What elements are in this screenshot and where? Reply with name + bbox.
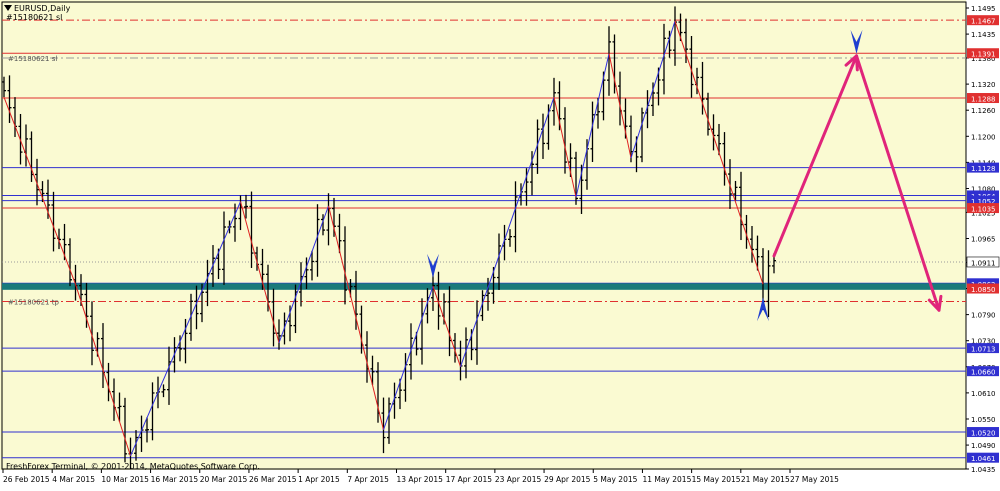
price-label: 1.1035 [967, 203, 999, 214]
chart-title: EURUSD,Daily [14, 4, 71, 13]
price-label: 1.1288 [967, 93, 999, 104]
price-label: 1.0461 [967, 452, 999, 463]
x-tick-label: 26 Mar 2015 [249, 475, 297, 484]
y-tick-label: 1.1320 [971, 81, 996, 89]
y-tick-label: 1.0610 [971, 390, 996, 398]
x-tick-label: 10 Mar 2015 [101, 475, 149, 484]
x-tick-label: 23 Apr 2015 [495, 475, 542, 484]
price-label-text: 1.1391 [971, 51, 996, 59]
y-tick-label: 1.1435 [971, 31, 996, 39]
y-tick-label: 1.1260 [971, 107, 996, 115]
price-label-text: 1.0850 [971, 286, 996, 294]
x-tick-label: 1 Apr 2015 [298, 475, 340, 484]
price-label: 1.0713 [967, 343, 999, 354]
price-label-text: 1.0911 [971, 259, 996, 267]
order-label: #15180621 sl [8, 55, 57, 63]
price-label: 1.1467 [967, 15, 999, 26]
x-tick-label: 29 Apr 2015 [544, 475, 591, 484]
price-label: 1.0850 [967, 283, 999, 294]
price-label: 1.0520 [967, 427, 999, 438]
price-label: 1.0911 [966, 256, 1000, 267]
price-label: 1.1128 [967, 162, 999, 173]
x-tick-label: 13 Apr 2015 [397, 475, 444, 484]
y-tick-label: 1.0490 [971, 442, 996, 450]
x-tick-label: 15 May 2015 [692, 475, 741, 484]
price-label-text: 1.0520 [971, 430, 996, 438]
x-tick-label: 21 May 2015 [741, 475, 790, 484]
order-label: #15180621 tp [8, 299, 59, 307]
x-tick-label: 11 May 2015 [642, 475, 691, 484]
x-tick-label: 20 Mar 2015 [200, 475, 248, 484]
x-tick-label: 26 Feb 2015 [3, 475, 50, 484]
x-tick-label: 5 May 2015 [593, 475, 637, 484]
x-tick-label: 16 Mar 2015 [151, 475, 199, 484]
chart-menu-icon[interactable] [4, 5, 12, 11]
order-subtitle: #15180621 sl [6, 13, 63, 22]
y-tick-label: 1.1200 [971, 133, 996, 141]
price-label-text: 1.1128 [971, 165, 996, 173]
y-tick-label: 1.1495 [971, 5, 996, 13]
price-label-text: 1.0660 [971, 369, 996, 377]
price-label-text: 1.0713 [971, 346, 996, 354]
support-zone-band [2, 283, 966, 290]
y-tick-label: 1.0435 [971, 466, 996, 474]
price-label-text: 1.1288 [971, 96, 996, 104]
y-tick-label: 1.0790 [971, 312, 996, 320]
price-label: 1.0660 [967, 366, 999, 377]
copyright-text: FreshForex Terminal, © 2001-2014, MetaQu… [6, 462, 260, 471]
x-tick-label: 4 Mar 2015 [52, 475, 95, 484]
price-label-text: 1.1035 [971, 206, 996, 214]
y-tick-label: 1.0965 [971, 236, 996, 244]
price-chart[interactable]: 1.14951.14351.13801.13201.12601.12001.11… [0, 0, 1000, 487]
chart-canvas[interactable]: 1.14951.14351.13801.13201.12601.12001.11… [0, 0, 1000, 487]
x-tick-label: 17 Apr 2015 [446, 475, 493, 484]
support-zone [2, 283, 966, 290]
x-tick-label: 27 May 2015 [790, 475, 839, 484]
price-label-text: 1.1467 [971, 18, 996, 26]
price-axis-bg [966, 0, 1000, 487]
y-tick-label: 1.0550 [971, 416, 996, 424]
price-label: 1.1391 [967, 48, 999, 59]
price-label-text: 1.0461 [971, 455, 996, 463]
x-tick-label: 7 Apr 2015 [347, 475, 389, 484]
